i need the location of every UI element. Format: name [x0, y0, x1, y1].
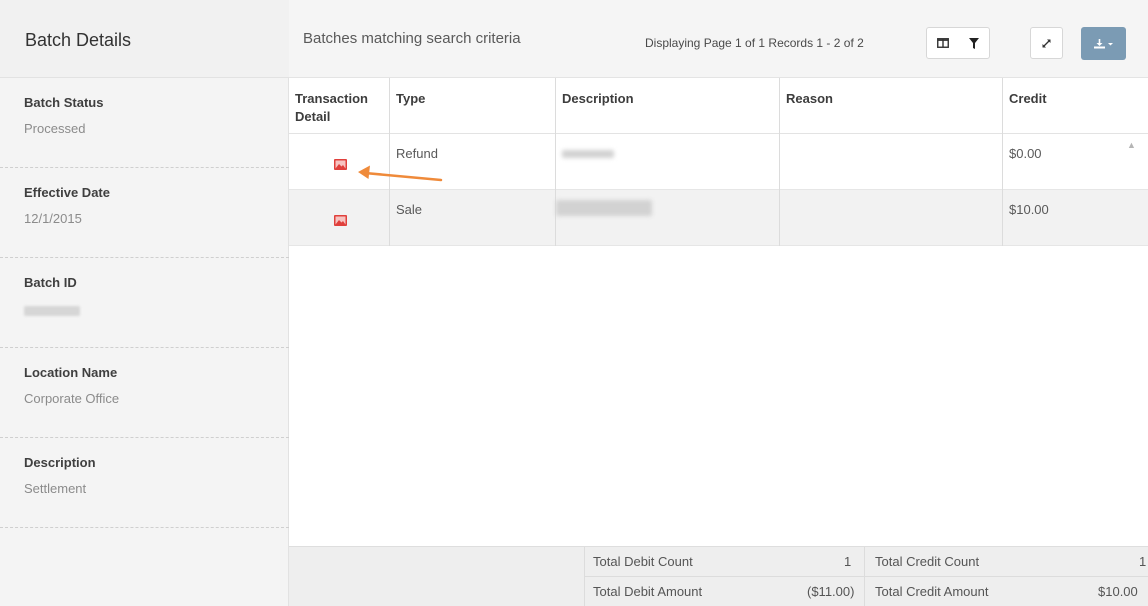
paging-info: Displaying Page 1 of 1 Records 1 - 2 of …: [645, 36, 864, 50]
expand-icon: [1042, 39, 1051, 47]
download-button[interactable]: [1081, 27, 1126, 60]
expand-button[interactable]: [1031, 28, 1062, 58]
download-icon: [1093, 38, 1113, 48]
detail-effective-date: Effective Date 12/1/2015: [0, 168, 289, 258]
total-debit-count-label: Total Debit Count: [593, 554, 693, 569]
type-cell: Sale: [389, 190, 555, 246]
col-description[interactable]: Description: [555, 78, 779, 134]
table-row[interactable]: Sale $10.00: [289, 190, 1148, 246]
detail-value: Processed: [24, 121, 86, 136]
filter-button[interactable]: [958, 28, 989, 58]
filter-icon: [968, 37, 979, 49]
total-credit-amount-label: Total Credit Amount: [875, 584, 989, 599]
footer-divider: [864, 547, 865, 606]
annotation-arrow: [358, 165, 443, 182]
detail-value: Settlement: [24, 481, 87, 496]
reason-cell: [779, 134, 1002, 190]
detail-batch-status: Batch Status Processed: [0, 78, 289, 168]
panel-title: Batch Details: [25, 30, 132, 50]
batch-details-panel: Batch Details Batch Status Processed Eff…: [0, 0, 289, 606]
total-credit-count-label: Total Credit Count: [875, 554, 980, 569]
total-debit-count-value: 1: [844, 554, 852, 569]
detail-value: Corporate Office: [24, 391, 120, 406]
col-type[interactable]: Type: [389, 78, 555, 134]
col-credit[interactable]: Credit: [1002, 78, 1148, 134]
transaction-detail-cell[interactable]: [289, 190, 389, 246]
detail-batch-id: Batch ID: [0, 258, 289, 348]
grid-header-row: Transaction Detail Type Description Reas…: [289, 78, 1148, 134]
totals-footer: Total Debit Count 1 Total Credit Count 1…: [289, 546, 1148, 606]
reason-cell: [779, 190, 1002, 246]
total-debit-amount-value: ($11.00): [807, 584, 855, 599]
description-cell: [555, 134, 779, 190]
footer-divider: [584, 547, 585, 606]
detail-label: Description: [24, 455, 96, 470]
detail-location-name: Location Name Corporate Office: [0, 348, 289, 438]
credit-cell: $10.00: [1002, 190, 1148, 246]
description-cell: [555, 190, 779, 246]
detail-value: 12/1/2015: [24, 211, 82, 226]
grid-subtitle: Batches matching search criteria: [303, 30, 521, 47]
grid-tools-group: [926, 27, 990, 59]
batch-details-header: Batch Details: [0, 0, 289, 78]
columns-icon: [936, 38, 949, 48]
grid-toolbar: Batches matching search criteria Display…: [289, 0, 1148, 78]
image-icon[interactable]: [334, 159, 347, 170]
scroll-up-icon[interactable]: ▲: [1127, 140, 1136, 150]
detail-label: Location Name: [24, 365, 118, 380]
total-credit-count-value: 1: [1139, 554, 1147, 569]
image-icon[interactable]: [334, 215, 347, 226]
expand-group: [1030, 27, 1063, 59]
detail-value-redacted: [24, 304, 80, 319]
total-debit-amount-label: Total Debit Amount: [593, 584, 703, 599]
transactions-grid: Transaction Detail Type Description Reas…: [289, 78, 1148, 546]
col-transaction-detail[interactable]: Transaction Detail: [289, 78, 389, 134]
columns-button[interactable]: [927, 28, 958, 58]
detail-label: Batch Status: [24, 95, 104, 110]
detail-label: Effective Date: [24, 185, 110, 200]
col-reason[interactable]: Reason: [779, 78, 1002, 134]
detail-label: Batch ID: [24, 275, 77, 290]
detail-description: Description Settlement: [0, 438, 289, 528]
total-credit-amount-value: $10.00: [1098, 584, 1138, 599]
